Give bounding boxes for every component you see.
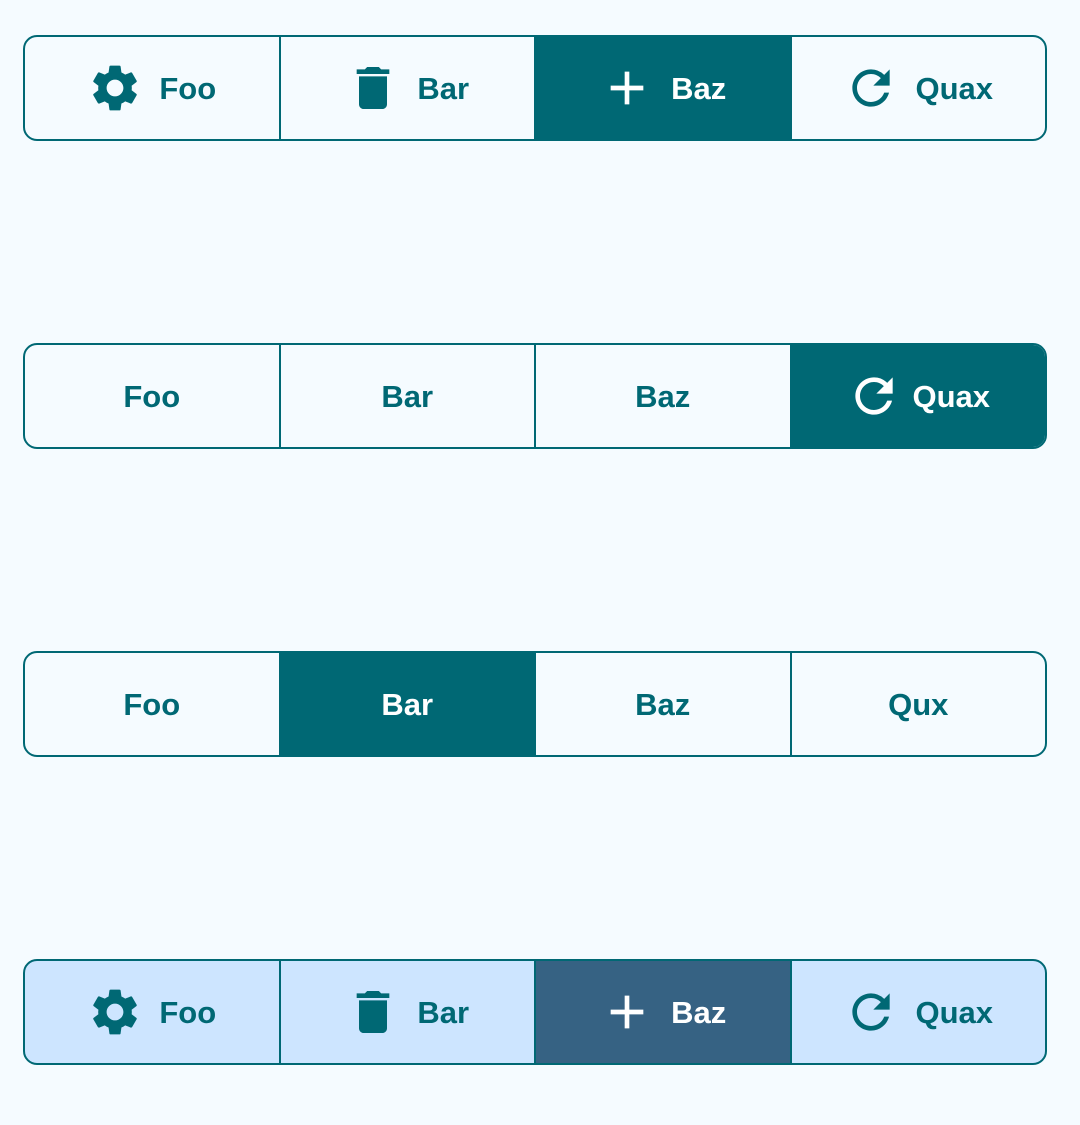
segment-label: Bar	[417, 994, 470, 1030]
segment-qux-button[interactable]: Qux	[789, 653, 1046, 755]
segment-label: Foo	[159, 994, 217, 1030]
refresh-icon	[843, 60, 899, 116]
segment-label: Bar	[381, 686, 434, 722]
plus-icon	[599, 984, 655, 1040]
segment-baz-button[interactable]: Baz	[534, 961, 790, 1063]
segment-bar-button[interactable]: Bar	[278, 37, 535, 139]
segment-bar-button[interactable]: Bar	[278, 961, 535, 1063]
segment-foo-button[interactable]: Foo	[25, 961, 279, 1063]
trash-icon	[345, 60, 401, 116]
segment-foo-button[interactable]: Foo	[25, 345, 279, 447]
segmented-button-group-3: Foo Bar Baz Qux	[23, 651, 1047, 757]
plus-icon	[599, 60, 655, 116]
gear-icon	[87, 984, 143, 1040]
segment-label: Baz	[635, 378, 691, 414]
trash-icon	[345, 984, 401, 1040]
segment-baz-button[interactable]: Baz	[534, 653, 790, 755]
segment-label: Bar	[381, 378, 434, 414]
segment-label: Quax	[912, 378, 991, 414]
refresh-icon	[843, 984, 899, 1040]
segment-quax-button[interactable]: Quax	[789, 37, 1046, 139]
refresh-icon	[846, 368, 902, 424]
segment-label: Bar	[417, 70, 470, 106]
segment-label: Baz	[671, 70, 727, 106]
segment-bar-button[interactable]: Bar	[278, 653, 534, 755]
segment-quax-button[interactable]: Quax	[789, 345, 1045, 447]
segment-baz-button[interactable]: Baz	[534, 37, 790, 139]
segment-foo-button[interactable]: Foo	[25, 653, 279, 755]
segmented-button-group-2: Foo Bar Baz Quax	[23, 343, 1047, 449]
segment-quax-button[interactable]: Quax	[789, 961, 1046, 1063]
segmented-button-group-1: Foo Bar Baz Quax	[23, 35, 1047, 141]
segment-label: Foo	[123, 686, 181, 722]
segment-foo-button[interactable]: Foo	[25, 37, 279, 139]
segment-label: Baz	[671, 994, 727, 1030]
segment-baz-button[interactable]: Baz	[534, 345, 790, 447]
segment-label: Foo	[159, 70, 217, 106]
gear-icon	[87, 60, 143, 116]
segment-label: Foo	[123, 378, 181, 414]
segmented-button-group-4: Foo Bar Baz Quax	[23, 959, 1047, 1065]
segment-label: Quax	[915, 994, 994, 1030]
segment-label: Baz	[635, 686, 691, 722]
segment-label: Qux	[888, 686, 949, 722]
segment-label: Quax	[915, 70, 994, 106]
segment-bar-button[interactable]: Bar	[278, 345, 535, 447]
